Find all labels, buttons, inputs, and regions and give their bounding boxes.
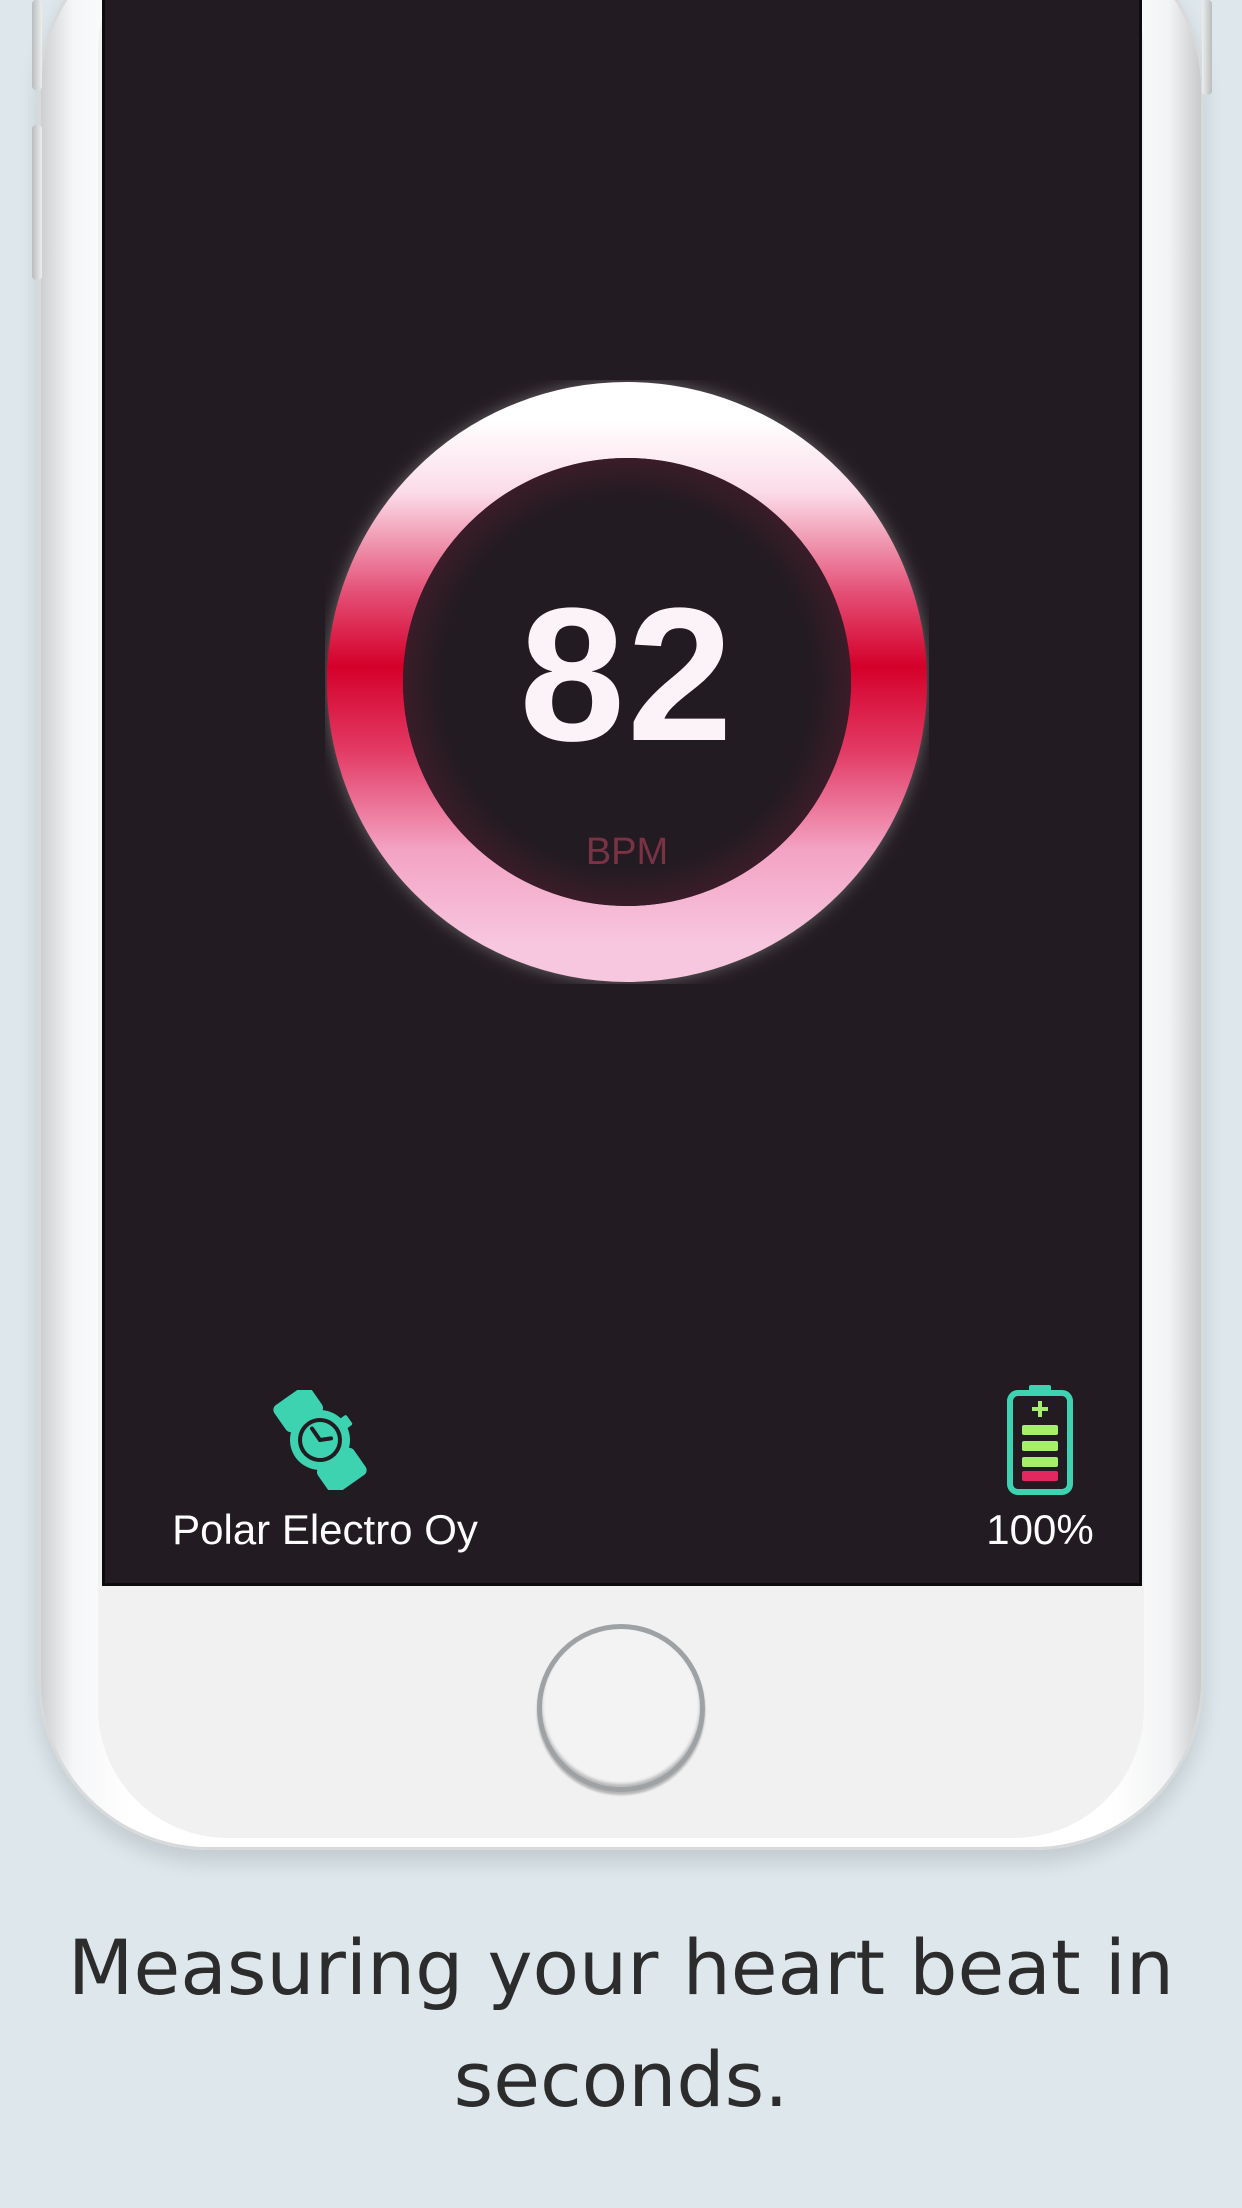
battery-level: 100%	[986, 1506, 1094, 1553]
heart-rate-gauge: 82 BPM	[325, 380, 929, 984]
watch-icon	[273, 1390, 367, 1490]
power-button	[1202, 0, 1212, 95]
battery-status: 100%	[965, 1385, 1115, 1575]
volume-button	[32, 125, 42, 280]
battery-icon	[1007, 1385, 1073, 1495]
device-name: Polar Electro Oy	[172, 1506, 478, 1553]
connected-device[interactable]: Polar Electro Oy	[155, 1390, 495, 1570]
home-button[interactable]	[537, 1624, 705, 1792]
mute-switch	[32, 0, 42, 90]
heart-rate-value: 82	[519, 569, 735, 781]
heart-rate-unit: BPM	[585, 831, 669, 873]
caption: Measuring your heart beat in seconds.	[67, 1923, 1175, 2124]
app-screen: 82 BPM Polar Electro Oy 100%	[102, 0, 1142, 1586]
